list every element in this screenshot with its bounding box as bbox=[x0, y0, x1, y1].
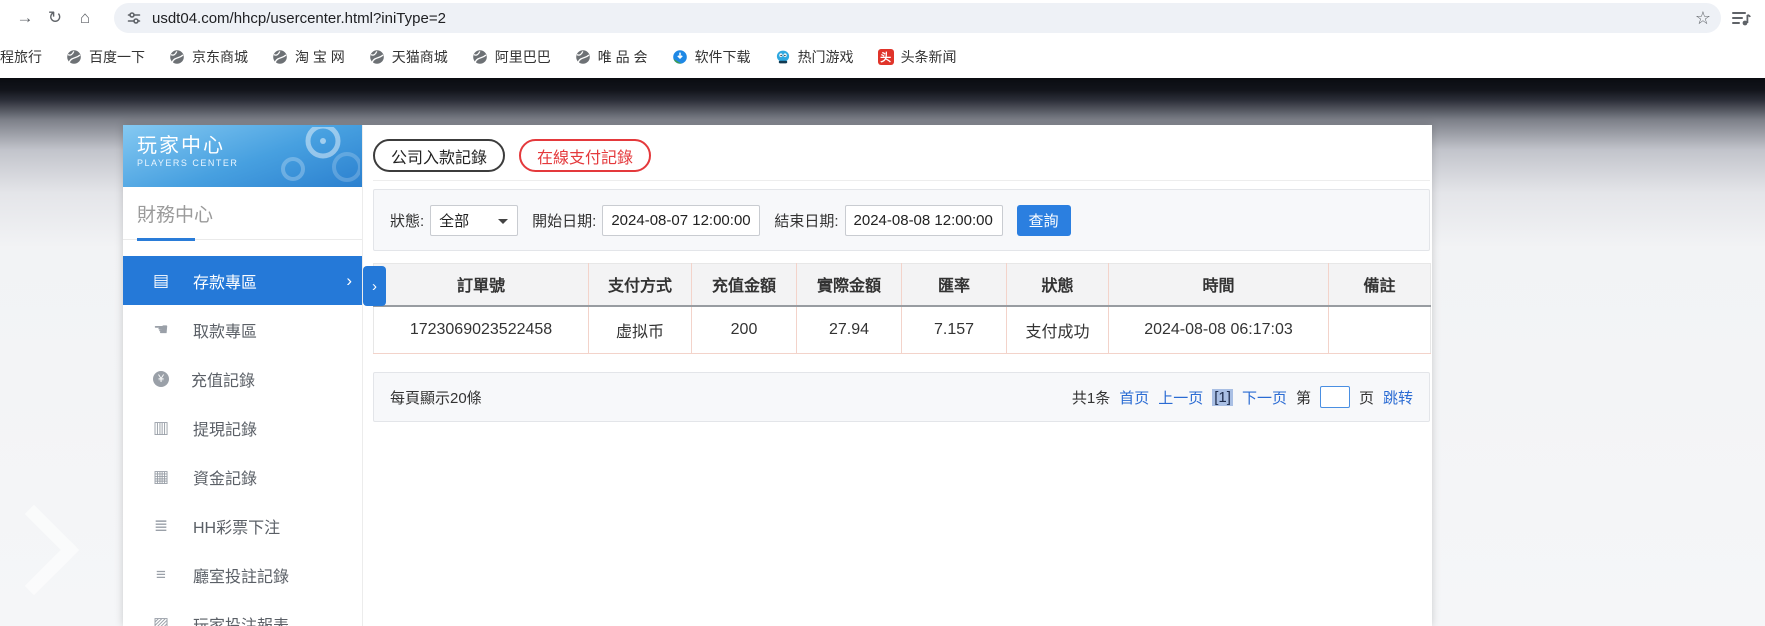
chevron-right-icon: › bbox=[346, 271, 352, 291]
background-arrow-decoration bbox=[0, 505, 79, 596]
cell-remark bbox=[1329, 306, 1431, 354]
withdraw-hand-icon: ☚ bbox=[151, 320, 171, 340]
gamepad-decoration-icon bbox=[265, 127, 360, 182]
globe-favicon-icon bbox=[575, 49, 591, 65]
forward-icon[interactable]: → bbox=[10, 3, 40, 33]
bookmark-item[interactable]: 头 头条新闻 bbox=[878, 47, 957, 67]
sidebar-section-finance-center: 財務中心 bbox=[123, 187, 362, 240]
cell-order-number: 1723069023522458 bbox=[374, 306, 589, 354]
end-date-label: 結束日期: bbox=[774, 210, 838, 231]
reload-icon[interactable]: ↻ bbox=[40, 3, 70, 33]
globe-favicon-icon bbox=[66, 49, 82, 65]
list-items-icon: ≡ bbox=[151, 565, 171, 585]
cell-exchange-rate: 7.157 bbox=[902, 306, 1007, 354]
globe-favicon-icon bbox=[472, 49, 488, 65]
bookmark-item[interactable]: 热门游戏 bbox=[775, 47, 854, 67]
col-time: 時間 bbox=[1109, 264, 1329, 306]
bookmark-item[interactable]: 淘 宝 网 bbox=[272, 47, 345, 67]
software-download-icon bbox=[672, 49, 688, 65]
sidebar-item-player-bet-report[interactable]: ▨ 玩家投注報表 bbox=[123, 599, 362, 626]
tab-online-payment-records[interactable]: 在線支付記錄 bbox=[519, 139, 651, 172]
bookmark-item[interactable]: 京东商城 bbox=[169, 47, 248, 67]
bookmark-item[interactable]: 天猫商城 bbox=[369, 47, 448, 67]
bookmark-item[interactable]: 百度一下 bbox=[66, 47, 145, 67]
wallet-icon: ▥ bbox=[151, 418, 171, 438]
media-playlist-icon[interactable] bbox=[1731, 10, 1751, 26]
toutiao-news-icon: 头 bbox=[878, 49, 894, 65]
deposit-card-icon: ▤ bbox=[151, 271, 171, 291]
start-date-input[interactable] bbox=[602, 205, 760, 236]
globe-favicon-icon bbox=[272, 49, 288, 65]
cell-status: 支付成功 bbox=[1007, 306, 1109, 354]
status-select[interactable]: 全部 bbox=[430, 205, 518, 236]
total-count-text: 共1条 bbox=[1072, 387, 1110, 408]
col-actual-amount: 實際金額 bbox=[797, 264, 902, 306]
main-content: 公司入款記錄 在線支付記錄 狀態: 全部 開始日期: 結束日期: 查詢 bbox=[363, 125, 1432, 626]
bookmark-item[interactable]: 唯 品 会 bbox=[575, 47, 648, 67]
table-row: 1723069023522458 虚拟币 200 27.94 7.157 支付成… bbox=[374, 306, 1431, 354]
search-button[interactable]: 查詢 bbox=[1017, 205, 1071, 236]
bookmark-item[interactable]: 软件下载 bbox=[672, 47, 751, 67]
submenu-expand-handle[interactable]: › bbox=[363, 266, 386, 306]
col-remark: 備註 bbox=[1329, 264, 1431, 306]
first-page-link[interactable]: 首页 bbox=[1119, 387, 1149, 408]
globe-favicon-icon bbox=[169, 49, 185, 65]
jump-suffix-label: 页 bbox=[1359, 387, 1374, 408]
filter-bar: 狀態: 全部 開始日期: 結束日期: 查詢 bbox=[373, 189, 1430, 251]
end-date-input[interactable] bbox=[845, 205, 1003, 236]
col-recharge-amount: 充值金額 bbox=[692, 264, 797, 306]
sidebar-menu: ▤ 存款專區 › ☚ 取款專區 ¥ 充值記錄 ▥ 提現記錄 ▦ bbox=[123, 256, 362, 626]
table-header-row: 訂單號 支付方式 充值金額 實際金額 匯率 狀態 時間 備註 bbox=[374, 264, 1431, 306]
col-status: 狀態 bbox=[1007, 264, 1109, 306]
sidebar-header: 玩家中心 PLAYERS CENTER bbox=[123, 125, 362, 187]
bookmark-star-icon[interactable]: ☆ bbox=[1695, 8, 1711, 29]
tab-company-deposit-records[interactable]: 公司入款記錄 bbox=[373, 139, 505, 172]
sidebar-item-withdrawal-records[interactable]: ▥ 提現記錄 bbox=[123, 403, 362, 452]
report-icon: ▨ bbox=[151, 614, 171, 626]
game-penguin-icon bbox=[775, 49, 791, 65]
sidebar-item-recharge-records[interactable]: ¥ 充值記錄 bbox=[123, 354, 362, 403]
browser-toolbar: → ↻ ⌂ usdt04.com/hhcp/usercenter.html?in… bbox=[0, 0, 1765, 36]
globe-favicon-icon bbox=[369, 49, 385, 65]
bookmarks-bar: 程旅行 百度一下 京东商城 淘 宝 网 天猫商城 阿里巴巴 唯 品 会 软件下载… bbox=[0, 36, 1765, 78]
site-info-tune-icon[interactable] bbox=[126, 10, 142, 26]
cell-actual-amount: 27.94 bbox=[797, 306, 902, 354]
jump-page-input[interactable] bbox=[1320, 386, 1350, 408]
sidebar-item-hh-lottery-bets[interactable]: ≣ HH彩票下注 bbox=[123, 501, 362, 550]
record-tabs: 公司入款記錄 在線支付記錄 bbox=[373, 125, 1430, 181]
col-payment-method: 支付方式 bbox=[589, 264, 692, 306]
money-bag-icon: ¥ bbox=[153, 371, 169, 387]
sidebar: 玩家中心 PLAYERS CENTER 財務中心 ▤ 存款專區 › ☚ bbox=[123, 125, 363, 626]
next-page-link[interactable]: 下一页 bbox=[1242, 387, 1287, 408]
player-center-panel: 玩家中心 PLAYERS CENTER 財務中心 ▤ 存款專區 › ☚ bbox=[123, 125, 1432, 626]
pagination-bar: 每頁顯示20條 共1条 首页 上一页 [1] 下一页 第 页 跳转 bbox=[373, 372, 1430, 422]
pagination-controls: 共1条 首页 上一页 [1] 下一页 第 页 跳转 bbox=[1072, 386, 1413, 408]
sidebar-item-room-bet-records[interactable]: ≡ 廳室投註記錄 bbox=[123, 550, 362, 599]
start-date-label: 開始日期: bbox=[532, 210, 596, 231]
col-order-number: 訂單號 bbox=[374, 264, 589, 306]
current-page-indicator: [1] bbox=[1212, 389, 1233, 406]
jump-prefix-label: 第 bbox=[1296, 387, 1311, 408]
sidebar-item-withdraw-zone[interactable]: ☚ 取款專區 bbox=[123, 305, 362, 354]
cell-payment-method: 虚拟币 bbox=[589, 306, 692, 354]
jump-action-link[interactable]: 跳转 bbox=[1383, 387, 1413, 408]
cell-recharge-amount: 200 bbox=[692, 306, 797, 354]
wallet-coins-icon: ▦ bbox=[151, 467, 171, 487]
prev-page-link[interactable]: 上一页 bbox=[1158, 387, 1203, 408]
bookmark-item[interactable]: 程旅行 bbox=[0, 47, 42, 67]
page-size-text: 每頁顯示20條 bbox=[390, 387, 482, 408]
payment-records-table: 訂單號 支付方式 充值金額 實際金額 匯率 狀態 時間 備註 172306902… bbox=[373, 263, 1431, 354]
status-label: 狀態: bbox=[390, 210, 424, 231]
sidebar-item-fund-records[interactable]: ▦ 資金記錄 bbox=[123, 452, 362, 501]
cell-time: 2024-08-08 06:17:03 bbox=[1109, 306, 1329, 354]
sidebar-item-deposit-zone[interactable]: ▤ 存款專區 › bbox=[123, 256, 362, 305]
url-text[interactable]: usdt04.com/hhcp/usercenter.html?iniType=… bbox=[152, 10, 1687, 27]
col-exchange-rate: 匯率 bbox=[902, 264, 1007, 306]
ticket-list-icon: ≣ bbox=[151, 516, 171, 536]
home-icon[interactable]: ⌂ bbox=[70, 3, 100, 33]
bookmark-item[interactable]: 阿里巴巴 bbox=[472, 47, 551, 67]
page-background: 玩家中心 PLAYERS CENTER 財務中心 ▤ 存款專區 › ☚ bbox=[0, 78, 1765, 626]
address-bar[interactable]: usdt04.com/hhcp/usercenter.html?iniType=… bbox=[114, 3, 1721, 33]
